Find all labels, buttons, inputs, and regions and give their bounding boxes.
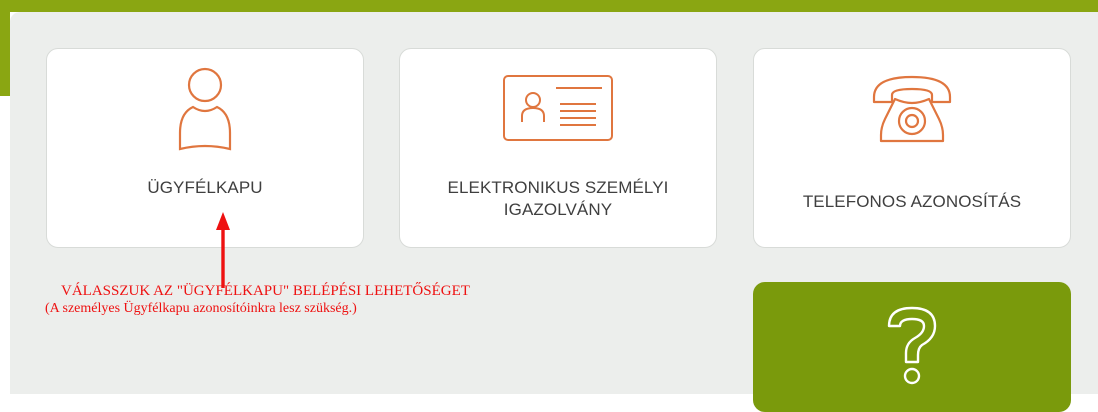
- login-option-ugyfelkapu[interactable]: ÜGYFÉLKAPU: [46, 48, 364, 248]
- login-option-label: TELEFONOS AZONOSÍTÁS: [802, 192, 1022, 211]
- question-mark-icon: [753, 304, 1071, 394]
- red-arrow-annotation: [216, 212, 230, 288]
- instruction-line-1: VÁLASSZUK AZ "ÜGYFÉLKAPU" BELÉPÉSI LEHET…: [61, 283, 470, 299]
- id-card-icon: [400, 63, 716, 153]
- top-accent-bar: [0, 0, 1098, 12]
- login-options-panel: ÜGYFÉLKAPU ELEKTRONIKUS SZEMÉLYI IGAZOLV…: [10, 12, 1098, 412]
- person-icon: [47, 63, 363, 153]
- login-option-eszemelyi[interactable]: ELEKTRONIKUS SZEMÉLYI IGAZOLVÁNY: [399, 48, 717, 248]
- login-option-label: ÜGYFÉLKAPU: [147, 178, 263, 197]
- login-option-telephone[interactable]: TELEFONOS AZONOSÍTÁS: [753, 48, 1071, 248]
- help-button[interactable]: [753, 282, 1071, 412]
- telephone-icon: [754, 63, 1070, 153]
- instruction-line-2: (A személyes Ügyfélkapu azonosítóinkra l…: [45, 301, 357, 316]
- instruction-annotation: VÁLASSZUK AZ "ÜGYFÉLKAPU" BELÉPÉSI LEHET…: [45, 282, 470, 318]
- login-option-label: ELEKTRONIKUS SZEMÉLYI IGAZOLVÁNY: [447, 178, 669, 219]
- left-accent-bar: [0, 0, 10, 96]
